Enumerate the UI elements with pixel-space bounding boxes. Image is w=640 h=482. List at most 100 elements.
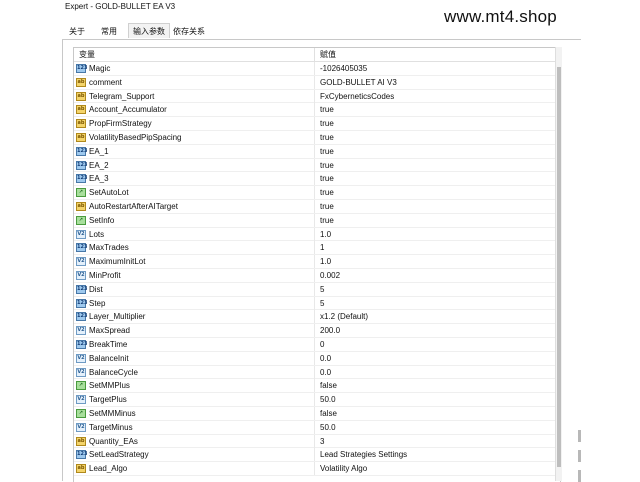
- column-divider: [314, 434, 315, 448]
- parameter-name: VolatilityBasedPipSpacing: [89, 132, 182, 142]
- column-divider: [314, 462, 315, 476]
- parameter-value[interactable]: true: [320, 117, 334, 130]
- parameter-name: MinProfit: [89, 270, 121, 280]
- parameter-value[interactable]: 5: [320, 283, 324, 296]
- parameter-name: Magic: [89, 64, 111, 73]
- table-row[interactable]: 123 MaxTrades 1: [74, 241, 560, 256]
- table-row[interactable]: ab VolatilityBasedPipSpacing true: [74, 130, 560, 145]
- parameter-name: Layer_Multiplier: [89, 312, 146, 322]
- table-row[interactable]: 123 EA_3 true: [74, 172, 560, 187]
- parameter-value[interactable]: 0.002: [320, 269, 340, 282]
- table-row[interactable]: ab PropFirmStrategy true: [74, 117, 560, 131]
- header-value[interactable]: 赋值: [320, 48, 336, 61]
- column-divider: [314, 186, 315, 200]
- parameter-name: BalanceInit: [89, 353, 129, 363]
- table-header: 变量 赋值: [74, 48, 560, 62]
- table-row[interactable]: 123 Magic -1026405035: [74, 62, 560, 76]
- table-row[interactable]: V2 TargetPlus 50.0: [74, 393, 560, 407]
- parameter-name: Telegram_Support: [89, 91, 155, 101]
- header-divider[interactable]: [314, 48, 315, 61]
- column-divider: [314, 337, 315, 351]
- parameter-name: TargetPlus: [89, 395, 127, 405]
- parameter-name: SetAutoLot: [89, 188, 129, 198]
- table-row[interactable]: V2 MinProfit 0.002: [74, 268, 560, 283]
- parameter-value[interactable]: true: [320, 200, 334, 213]
- table-row[interactable]: V2 BalanceInit 0.0: [74, 351, 560, 366]
- table-row[interactable]: 123 EA_2 true: [74, 158, 560, 173]
- table-row[interactable]: V2 TargetMinus 50.0: [74, 420, 560, 435]
- table-row[interactable]: ab Telegram_Support FxCyberneticsCodes: [74, 89, 560, 104]
- parameter-value[interactable]: 3: [320, 435, 324, 448]
- table-row[interactable]: V2 BalanceCycle 0.0: [74, 365, 560, 380]
- column-divider: [314, 213, 315, 227]
- parameter-value[interactable]: false: [320, 379, 337, 392]
- table-row[interactable]: ↗ SetMMMinus false: [74, 406, 560, 421]
- parameter-value[interactable]: true: [320, 159, 334, 172]
- parameter-value[interactable]: 1: [320, 241, 324, 254]
- table-row[interactable]: 123 SetLeadStrategy Lead Strategies Settin…: [74, 448, 560, 463]
- parameter-value[interactable]: true: [320, 214, 334, 227]
- table-row[interactable]: V2 MaximumInitLot 1.0: [74, 255, 560, 269]
- table-row[interactable]: ab Lead_Algo Volatility Algo: [74, 462, 560, 476]
- parameter-value[interactable]: true: [320, 145, 334, 158]
- column-divider: [314, 89, 315, 103]
- parameter-value[interactable]: 50.0: [320, 393, 336, 406]
- parameter-value[interactable]: 5: [320, 297, 324, 310]
- table-row[interactable]: 123 Dist 5: [74, 282, 560, 297]
- column-divider: [314, 255, 315, 269]
- column-divider: [314, 117, 315, 131]
- parameter-value[interactable]: 0.0: [320, 352, 331, 365]
- table-row[interactable]: ab AutoRestartAfterAITarget true: [74, 199, 560, 214]
- double-icon: V2: [76, 257, 86, 267]
- parameter-value[interactable]: true: [320, 186, 334, 199]
- parameter-value[interactable]: 1.0: [320, 228, 331, 241]
- tab-inputs[interactable]: 输入参数: [128, 23, 170, 38]
- vertical-scrollbar[interactable]: [555, 47, 562, 481]
- parameter-value[interactable]: Lead Strategies Settings: [320, 448, 407, 461]
- column-divider: [314, 379, 315, 393]
- parameter-name: comment: [89, 77, 122, 87]
- column-divider: [314, 282, 315, 296]
- parameter-name: MaximumInitLot: [89, 257, 146, 267]
- table-row[interactable]: V2 Lots 1.0: [74, 227, 560, 242]
- header-variable[interactable]: 变量: [79, 48, 95, 61]
- parameter-value[interactable]: -1026405035: [320, 62, 367, 75]
- integer-icon: 123: [76, 146, 88, 156]
- integer-icon: 123: [76, 298, 88, 308]
- parameter-value[interactable]: 0: [320, 338, 324, 351]
- parameter-value[interactable]: 50.0: [320, 421, 336, 434]
- parameter-value[interactable]: true: [320, 131, 334, 144]
- parameter-value[interactable]: true: [320, 172, 334, 185]
- parameter-value[interactable]: false: [320, 407, 337, 420]
- column-divider: [314, 351, 315, 365]
- double-icon: V2: [76, 395, 86, 405]
- table-row[interactable]: ↗ SetMMPlus false: [74, 379, 560, 394]
- table-row[interactable]: 123 Layer_Multiplier x1.2 (Default): [74, 310, 560, 325]
- parameter-name: EA_3: [89, 174, 109, 184]
- scrollbar-thumb[interactable]: [557, 67, 561, 467]
- table-row[interactable]: ab Quantity_EAs 3: [74, 434, 560, 449]
- parameter-value[interactable]: FxCyberneticsCodes: [320, 90, 394, 103]
- table-row[interactable]: V2 MaxSpread 200.0: [74, 324, 560, 338]
- tab-about[interactable]: 关于: [64, 24, 90, 38]
- table-row[interactable]: 123 Step 5: [74, 296, 560, 311]
- parameter-value[interactable]: GOLD-BULLET AI V3: [320, 76, 397, 89]
- table-row[interactable]: 123 BreakTime 0: [74, 337, 560, 352]
- parameter-value[interactable]: x1.2 (Default): [320, 310, 368, 323]
- parameter-value[interactable]: true: [320, 103, 334, 116]
- tab-common[interactable]: 常用: [96, 24, 122, 38]
- parameter-value[interactable]: 1.0: [320, 255, 331, 268]
- parameters-table: 变量 赋值 123 Magic -1026405035 ab comment GOLD-B…: [73, 47, 561, 482]
- table-row[interactable]: ab Account_Accumulator true: [74, 103, 560, 118]
- parameter-value[interactable]: 200.0: [320, 324, 340, 337]
- column-divider: [314, 268, 315, 282]
- column-divider: [314, 324, 315, 338]
- parameter-value[interactable]: 0.0: [320, 366, 331, 379]
- table-row[interactable]: 123 EA_1 true: [74, 144, 560, 159]
- tab-dependencies[interactable]: 依存关系: [170, 24, 208, 38]
- table-row[interactable]: ab comment GOLD-BULLET AI V3: [74, 75, 560, 90]
- parameter-name: Quantity_EAs: [89, 436, 138, 446]
- table-row[interactable]: ↗ SetInfo true: [74, 213, 560, 228]
- parameter-value[interactable]: Volatility Algo: [320, 462, 367, 475]
- table-row[interactable]: ↗ SetAutoLot true: [74, 186, 560, 200]
